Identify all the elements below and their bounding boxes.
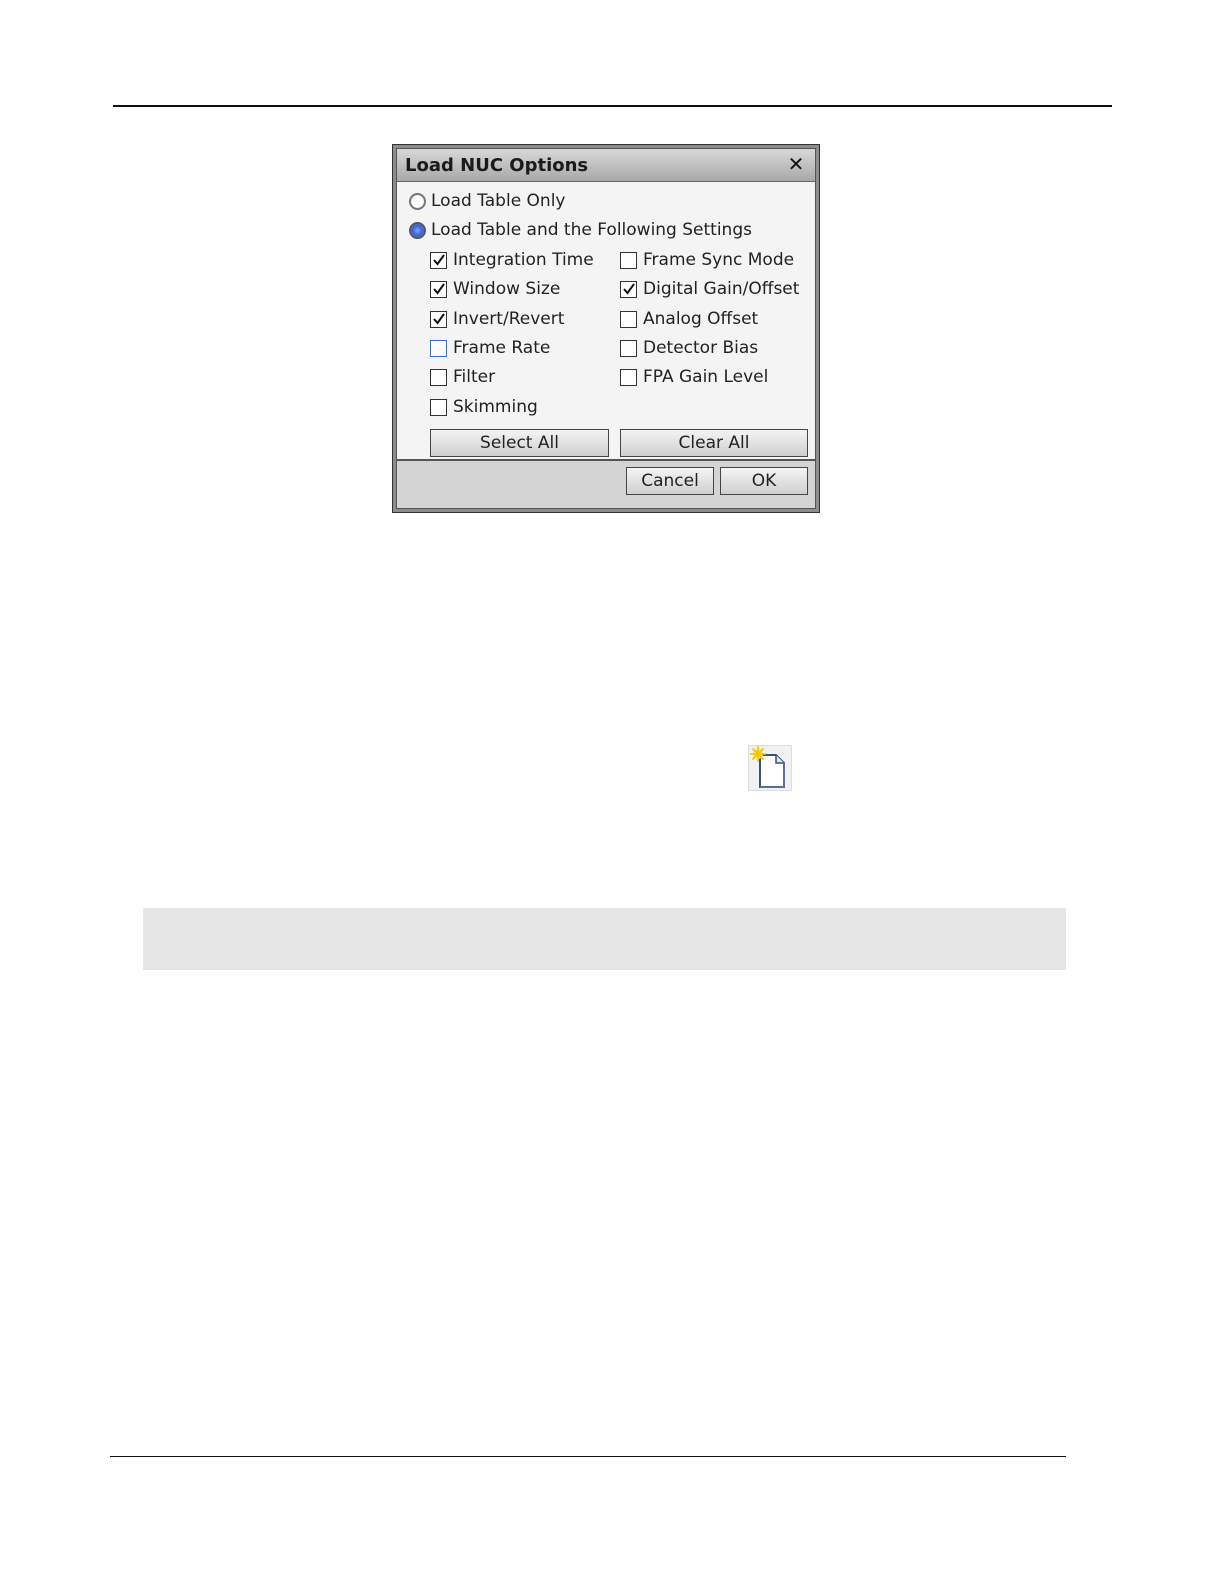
cancel-button[interactable]: Cancel [626, 467, 714, 495]
checkbox-unchecked[interactable] [430, 368, 447, 386]
dialog-body: Load Table Only Load Table and the Follo… [397, 182, 815, 463]
checkbox-label: Frame Sync Mode [643, 250, 795, 270]
checkbox-skimming[interactable]: Skimming [430, 394, 538, 420]
checkbox-label: Detector Bias [643, 338, 759, 358]
checkbox-checked[interactable] [430, 251, 447, 269]
clear-all-button[interactable]: Clear All [620, 429, 808, 457]
checkbox-checked[interactable] [430, 310, 447, 328]
ok-button[interactable]: OK [720, 467, 808, 495]
checkbox-unchecked[interactable] [430, 398, 447, 416]
checkbox-digital-gain-offset[interactable]: Digital Gain/Offset [620, 276, 799, 302]
checkbox-filter[interactable]: Filter [430, 364, 495, 390]
bottom-rule [110, 1456, 1066, 1457]
radio-button-unselected[interactable] [409, 192, 426, 210]
checkbox-label: FPA Gain Level [643, 367, 769, 387]
checkbox-unchecked[interactable] [620, 368, 637, 386]
dialog-frame: Load NUC Options ✕ Load Table Only Load … [396, 148, 816, 509]
checkbox-label: Analog Offset [643, 309, 759, 329]
checkbox-unchecked[interactable] [620, 251, 637, 269]
checkbox-label: Skimming [453, 397, 538, 417]
close-icon[interactable]: ✕ [785, 152, 807, 176]
radio-load-table-and-settings[interactable]: Load Table and the Following Settings [409, 217, 752, 243]
gray-note-band [143, 908, 1066, 970]
checkbox-unchecked[interactable] [620, 310, 637, 328]
checkbox-label: Digital Gain/Offset [643, 279, 800, 299]
select-all-button[interactable]: Select All [430, 429, 609, 457]
checkbox-label: Filter [453, 367, 496, 387]
checkbox-analog-offset[interactable]: Analog Offset [620, 306, 758, 332]
checkbox-detector-bias[interactable]: Detector Bias [620, 335, 758, 361]
radio-button-selected[interactable] [409, 221, 426, 239]
checkbox-frame-sync-mode[interactable]: Frame Sync Mode [620, 247, 794, 273]
radio-load-table-only[interactable]: Load Table Only [409, 188, 566, 214]
checkbox-unchecked-focused[interactable] [430, 339, 447, 357]
dialog-title: Load NUC Options [405, 155, 589, 176]
checkbox-label: Invert/Revert [453, 309, 565, 329]
checkbox-integration-time[interactable]: Integration Time [430, 247, 594, 273]
checkbox-fpa-gain-level[interactable]: FPA Gain Level [620, 364, 768, 390]
checkbox-checked[interactable] [430, 280, 447, 298]
dialog-footer: Cancel OK [397, 459, 815, 508]
checkbox-frame-rate[interactable]: Frame Rate [430, 335, 550, 361]
checkbox-checked[interactable] [620, 280, 637, 298]
checkbox-label: Frame Rate [453, 338, 551, 358]
checkbox-label: Window Size [453, 279, 561, 299]
checkbox-invert-revert[interactable]: Invert/Revert [430, 306, 564, 332]
top-rule [113, 105, 1112, 107]
radio-label: Load Table Only [431, 191, 566, 211]
dialog-titlebar: Load NUC Options ✕ [397, 149, 815, 182]
checkbox-label: Integration Time [453, 250, 594, 270]
new-document-icon [748, 745, 792, 791]
checkbox-window-size[interactable]: Window Size [430, 276, 560, 302]
checkbox-unchecked[interactable] [620, 339, 637, 357]
load-nuc-options-dialog: Load NUC Options ✕ Load Table Only Load … [392, 144, 820, 513]
radio-label: Load Table and the Following Settings [431, 220, 752, 240]
